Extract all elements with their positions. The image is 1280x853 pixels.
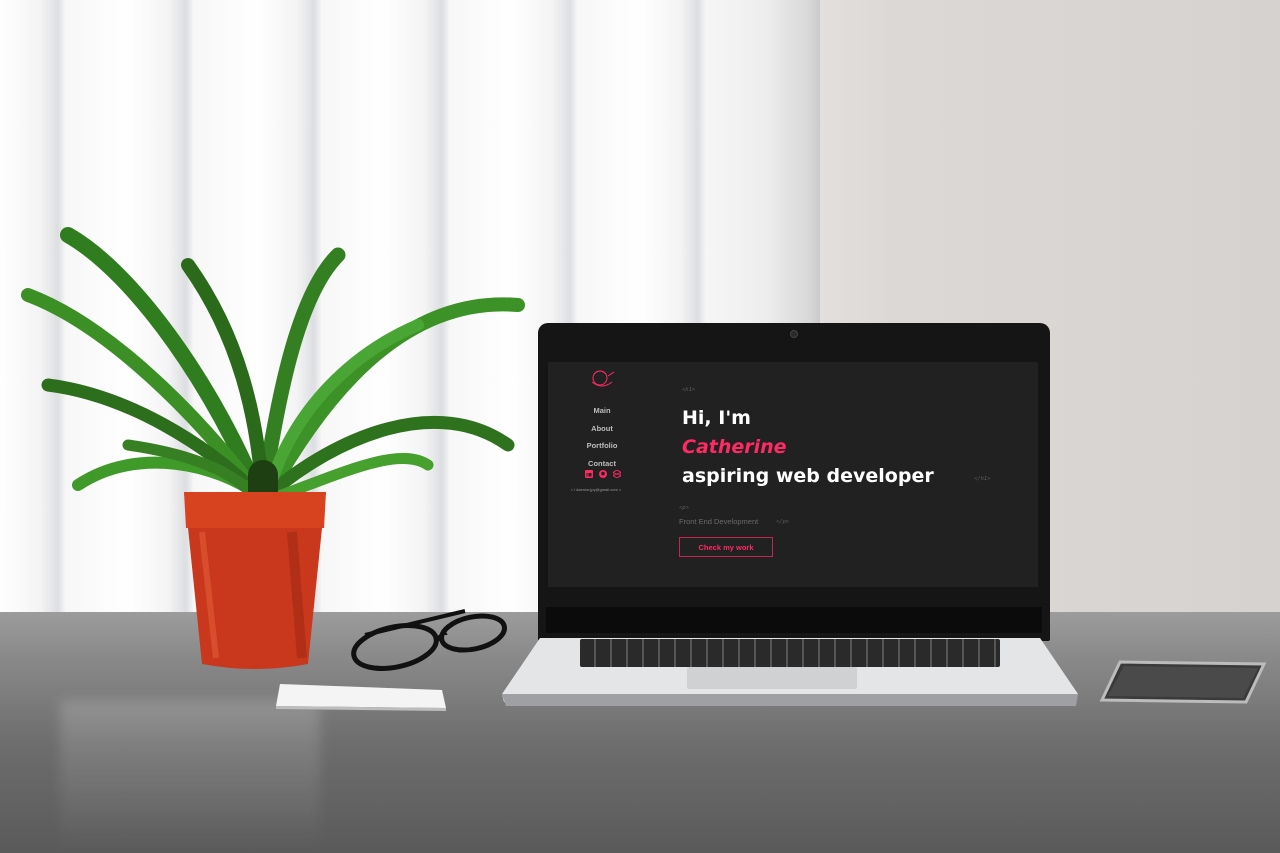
nav-about[interactable]: About — [568, 420, 636, 438]
main-nav: Main About Portfolio Contact — [568, 402, 636, 472]
h1-open-tag: <h1> — [682, 387, 696, 393]
keyboard — [580, 639, 1000, 667]
smartphone — [1099, 660, 1267, 704]
nav-main[interactable]: Main — [568, 402, 636, 420]
portfolio-website: Main About Portfolio Contact < l daenior… — [548, 362, 1038, 587]
linkedin-icon[interactable] — [585, 470, 593, 478]
plant-leaves — [21, 227, 525, 515]
hero-heading: Hi, I'm Catherine aspiring web developer — [682, 404, 1022, 491]
plant-pot — [184, 492, 326, 669]
codepen-icon[interactable] — [613, 470, 621, 478]
social-links — [582, 470, 624, 480]
subtitle-text: Front End Development — [679, 517, 759, 526]
hero-greeting: Hi, I'm — [682, 407, 751, 429]
check-my-work-button[interactable]: Check my work — [679, 537, 773, 557]
h1-close-tag: </h1> — [974, 476, 991, 482]
github-icon[interactable] — [599, 470, 607, 478]
p-close-tag: </p> — [776, 519, 790, 525]
trackpad — [687, 667, 857, 689]
nav-portfolio[interactable]: Portfolio — [568, 437, 636, 455]
eyeglasses — [351, 609, 507, 671]
hero-role: aspiring web developer — [682, 465, 934, 487]
notepad — [276, 684, 446, 711]
hero-name: Catherine — [682, 436, 787, 458]
screen-bezel — [546, 607, 1042, 633]
desk-scene: Main About Portfolio Contact < l daenior… — [0, 0, 1280, 853]
webcam — [790, 330, 798, 338]
p-open-tag: <p> — [679, 505, 689, 511]
desk-reflection — [60, 700, 320, 853]
email-address[interactable]: < l daenior.jpy@gmail.com > — [556, 487, 636, 492]
logo-icon — [591, 370, 615, 387]
